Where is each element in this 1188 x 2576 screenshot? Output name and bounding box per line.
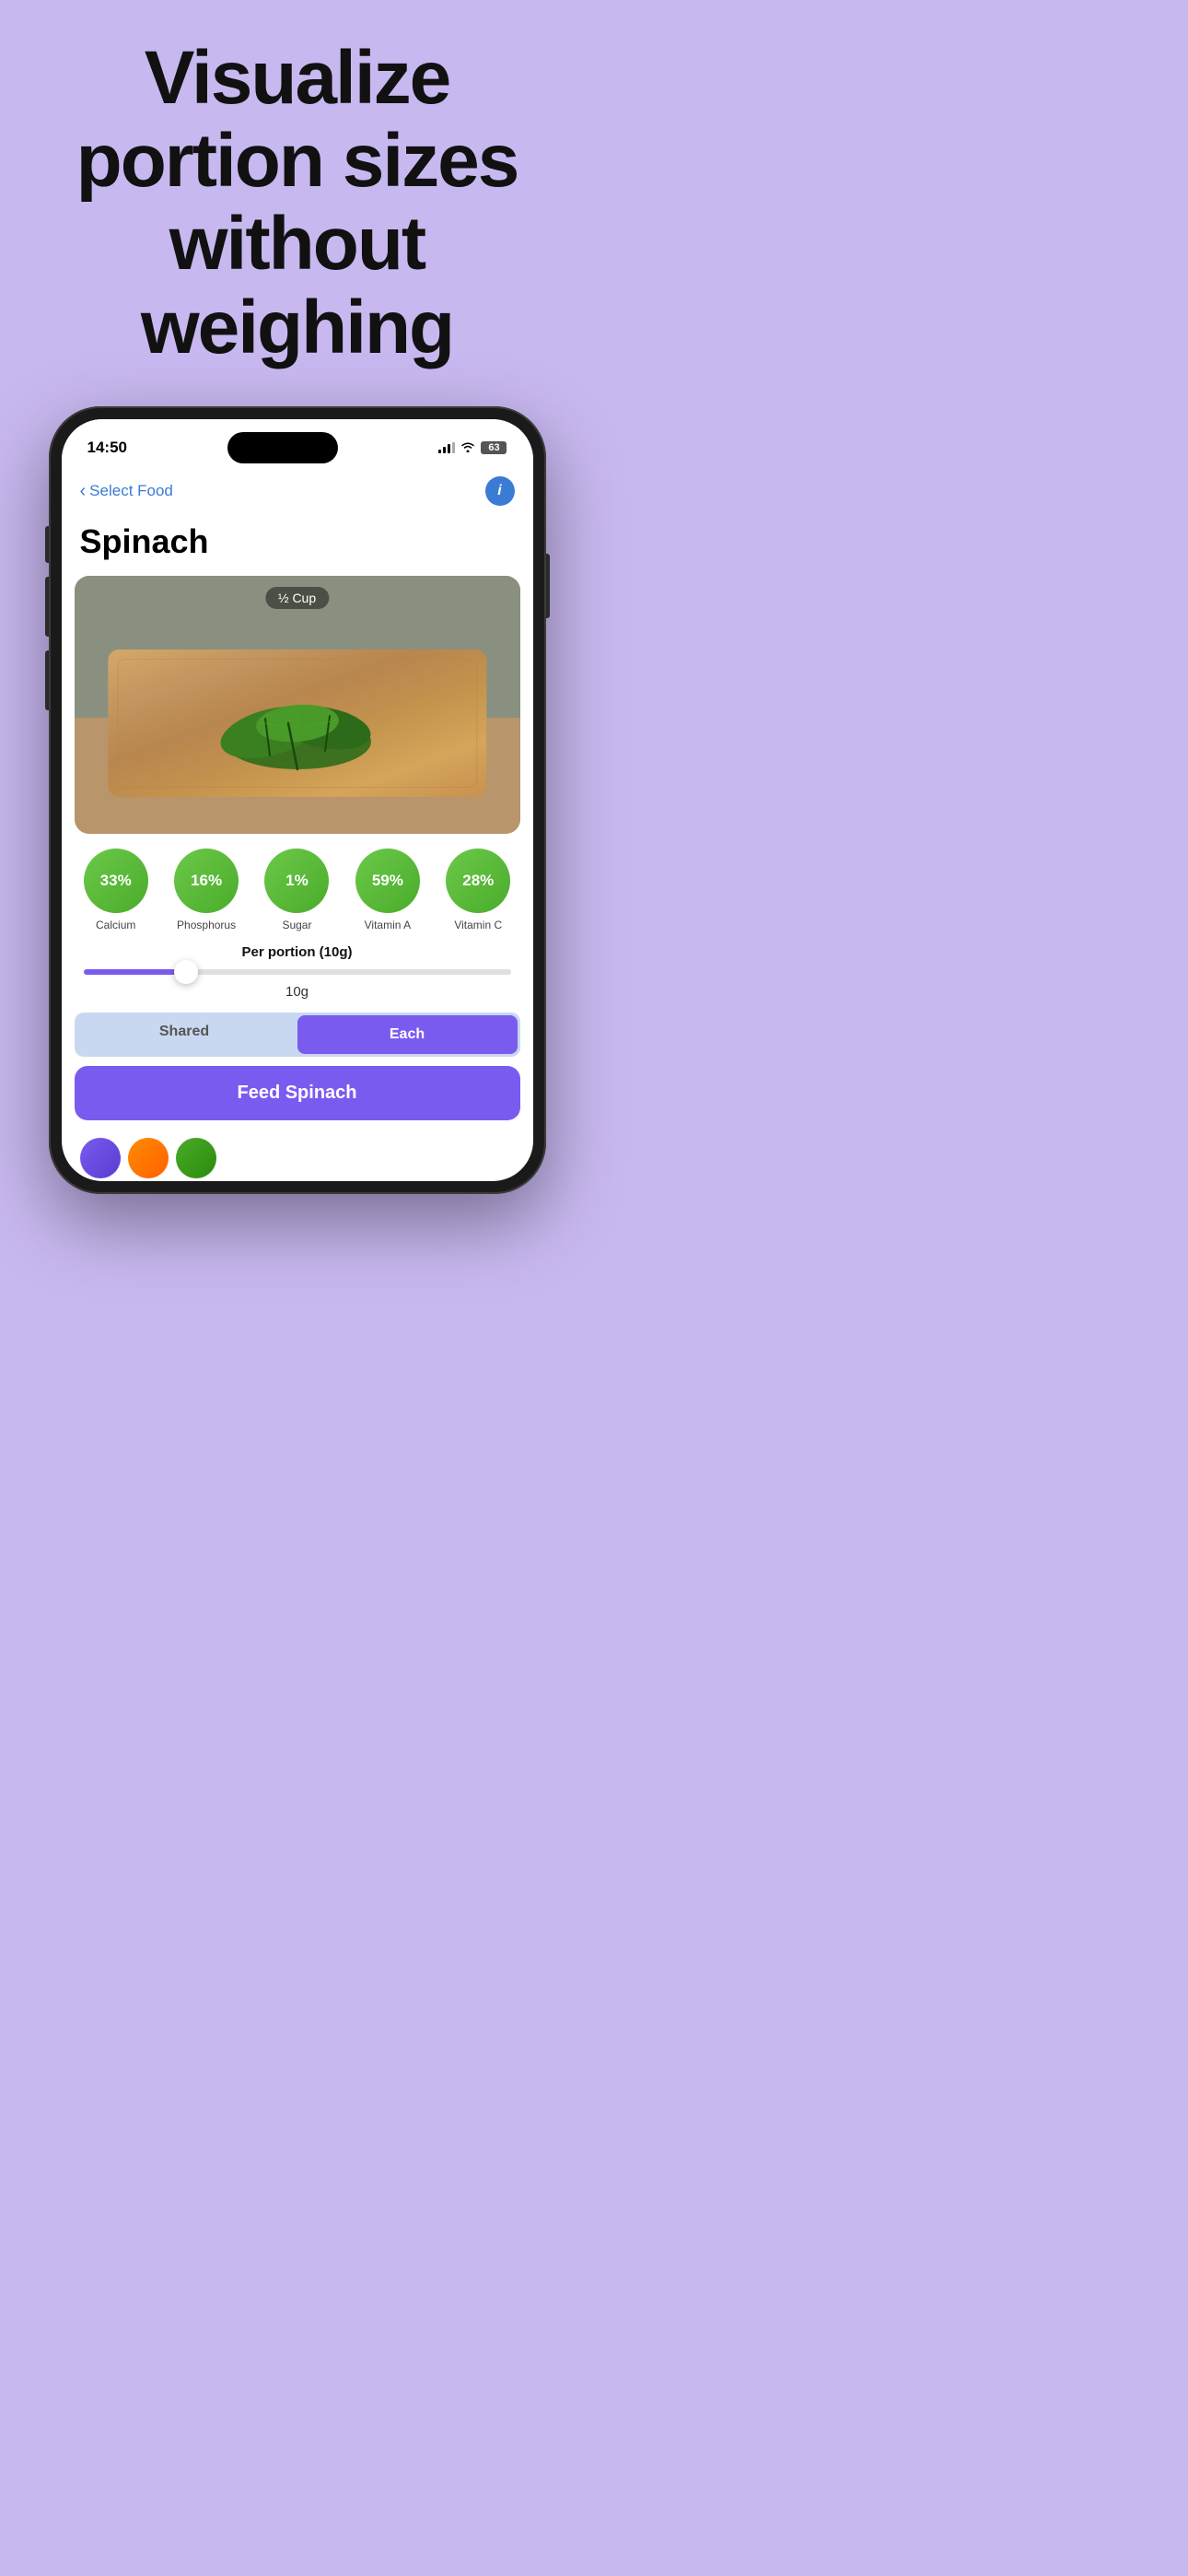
feed-button[interactable]: Feed Spinach bbox=[75, 1066, 520, 1120]
nutrient-phosphorus: 16% Phosphorus bbox=[174, 849, 239, 931]
signal-icon bbox=[438, 442, 455, 453]
spinach-illustration bbox=[196, 677, 399, 779]
food-title: Spinach bbox=[62, 515, 533, 576]
back-label: Select Food bbox=[89, 482, 173, 500]
status-icons: 63 bbox=[438, 440, 507, 455]
nutrient-vitamin-a: 59% Vitamin A bbox=[355, 849, 420, 931]
phone-frame: 14:50 bbox=[49, 406, 546, 1194]
status-time: 14:50 bbox=[87, 439, 127, 457]
phosphorus-label: Phosphorus bbox=[177, 919, 236, 931]
sugar-circle: 1% bbox=[264, 849, 329, 913]
sugar-label: Sugar bbox=[282, 919, 311, 931]
battery-icon: 63 bbox=[481, 441, 507, 454]
back-button[interactable]: ‹ Select Food bbox=[80, 482, 173, 500]
calcium-label: Calcium bbox=[96, 919, 135, 931]
volume-up-button bbox=[45, 577, 49, 637]
slider-fill bbox=[84, 969, 186, 975]
bottom-circle-1 bbox=[80, 1138, 121, 1178]
slider-value: 10g bbox=[84, 984, 511, 1000]
power-button bbox=[546, 554, 550, 618]
status-bar: 14:50 bbox=[62, 419, 533, 471]
dynamic-island bbox=[227, 432, 338, 463]
info-button[interactable]: i bbox=[485, 476, 515, 506]
phone-mockup: 14:50 bbox=[0, 397, 594, 1194]
nutrient-sugar: 1% Sugar bbox=[264, 849, 329, 931]
calcium-circle: 33% bbox=[84, 849, 148, 913]
vitamin-a-circle: 59% bbox=[355, 849, 420, 913]
nutrient-circles: 33% Calcium 16% Phosphorus 1% bbox=[62, 849, 533, 931]
phone-screen: 14:50 bbox=[62, 419, 533, 1181]
portion-label: ½ Cup bbox=[265, 587, 329, 609]
phosphorus-circle: 16% bbox=[174, 849, 239, 913]
hero-section: Visualize portion sizes without weighing bbox=[0, 0, 594, 397]
bottom-circle-2 bbox=[128, 1138, 169, 1178]
slider-track bbox=[84, 969, 511, 975]
wifi-icon bbox=[460, 440, 475, 455]
nav-bar: ‹ Select Food i bbox=[62, 471, 533, 515]
per-portion-text: Per portion (10g) bbox=[62, 944, 533, 960]
mute-button bbox=[45, 526, 49, 563]
nutrient-vitamin-c: 28% Vitamin C bbox=[446, 849, 510, 931]
each-toggle-button[interactable]: Each bbox=[297, 1015, 518, 1054]
slider-thumb[interactable] bbox=[174, 960, 198, 984]
hero-title: Visualize portion sizes without weighing bbox=[28, 37, 566, 369]
nutrient-calcium: 33% Calcium bbox=[84, 849, 148, 931]
bottom-circle-3 bbox=[176, 1138, 216, 1178]
volume-down-button bbox=[45, 650, 49, 710]
food-image-card: ½ Cup bbox=[75, 576, 520, 834]
bottom-strip bbox=[62, 1135, 533, 1181]
vitamin-c-circle: 28% bbox=[446, 849, 510, 913]
portion-slider-container: 10g bbox=[62, 969, 533, 1000]
vitamin-c-label: Vitamin C bbox=[454, 919, 502, 931]
shared-each-toggle[interactable]: Shared Each bbox=[75, 1013, 520, 1057]
chevron-left-icon: ‹ bbox=[80, 482, 87, 500]
food-image-bg bbox=[75, 576, 520, 834]
shared-toggle-button[interactable]: Shared bbox=[75, 1013, 295, 1057]
vitamin-a-label: Vitamin A bbox=[365, 919, 411, 931]
